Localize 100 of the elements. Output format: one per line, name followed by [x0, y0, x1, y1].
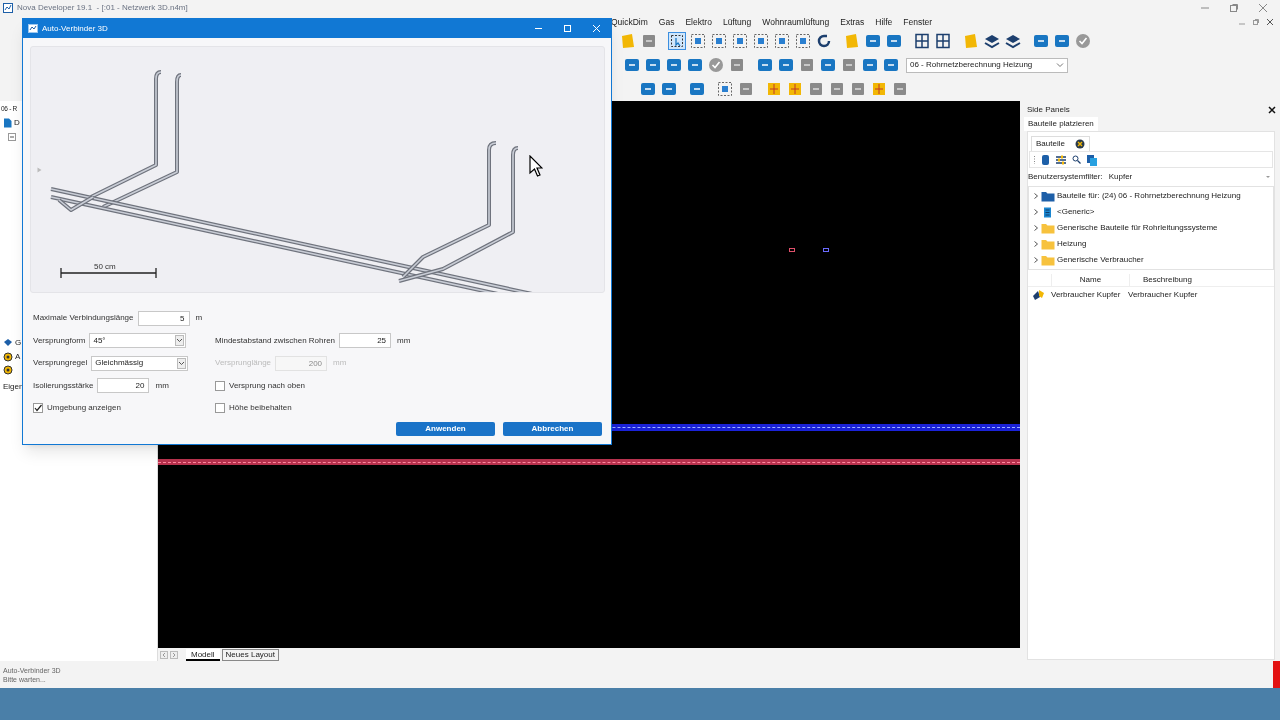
cylinder-icon[interactable] [1041, 153, 1050, 166]
folder-icon [1041, 254, 1055, 266]
sliders-icon[interactable] [1055, 153, 1067, 166]
table-cell-text: Verbraucher Kupfer [1050, 289, 1122, 301]
field-label: Benutzersystemfilter: [1028, 171, 1104, 183]
copy-icon[interactable] [1086, 153, 1098, 166]
menu-item[interactable]: Elektro [685, 15, 712, 29]
tool-icon[interactable] [686, 56, 704, 74]
list-item[interactable]: G [15, 336, 22, 349]
preview-viewport[interactable]: 50 cm [30, 46, 605, 293]
column-header[interactable]: Name [1051, 273, 1129, 286]
app-icon [3, 2, 13, 13]
column-header[interactable]: Beschreibung [1129, 273, 1205, 286]
panel-tab[interactable]: Bauteile [1031, 136, 1090, 151]
panel-tab[interactable]: Bauteile platzieren [1024, 117, 1098, 131]
search-icon[interactable] [1072, 155, 1081, 164]
close-icon[interactable] [1266, 18, 1274, 26]
table-cell: Verbraucher Kupfer [1127, 289, 1198, 301]
tool-icon[interactable] [983, 32, 1001, 50]
field-label: Versprungform [33, 334, 86, 347]
tree-item[interactable]: Heizung [1057, 238, 1087, 250]
tool-icon[interactable] [819, 56, 837, 74]
tool-icon[interactable] [660, 80, 678, 98]
restore-icon[interactable] [1229, 2, 1239, 13]
tool-icon[interactable] [756, 56, 774, 74]
menu-item[interactable]: Wohnraumlüftung [762, 15, 830, 29]
number-field[interactable]: 5 [137, 310, 190, 326]
dropdown[interactable]: Gleichmässig [91, 355, 189, 371]
component-icon [1032, 289, 1046, 301]
checkbox[interactable] [215, 403, 225, 414]
tool-icon[interactable] [710, 32, 728, 50]
checkbox-label: Höhe beibehalten [229, 402, 292, 415]
cursor-icon [529, 155, 543, 177]
panel-title: Side Panels [1027, 104, 1070, 116]
tool-icon[interactable] [773, 32, 791, 50]
checkbox-label: Versprung nach oben [229, 379, 306, 392]
grip-icon [1033, 154, 1036, 165]
tool-icon[interactable] [716, 80, 734, 98]
tool-icon[interactable] [668, 32, 686, 50]
tree-item[interactable]: Bauteile für: (24) 06 - Rohrnetzberechnung Heizung [1057, 190, 1241, 202]
restore-icon[interactable] [1252, 18, 1260, 26]
tool-icon[interactable] [861, 56, 879, 74]
number-field[interactable]: 25 [339, 333, 392, 349]
tool-icon[interactable] [777, 56, 795, 74]
field-label: Versprungregel [33, 357, 88, 370]
tree-item[interactable]: Generische Verbraucher [1057, 254, 1144, 266]
menu-item[interactable]: Hilfe [875, 15, 893, 29]
checkbox[interactable] [33, 403, 43, 414]
maximize-icon[interactable] [563, 24, 572, 33]
tool-icon[interactable] [623, 56, 641, 74]
tool-icon[interactable] [1004, 32, 1022, 50]
tool-icon[interactable] [794, 32, 812, 50]
menu-item[interactable]: Gas [658, 15, 675, 29]
dialog-button[interactable]: Abbrechen [503, 421, 602, 436]
layer-dropdown[interactable]: 06 - Rohrnetzberechnung Heizung [906, 57, 1068, 73]
tool-icon[interactable] [665, 56, 683, 74]
number-field[interactable]: 20 [97, 378, 150, 394]
checkbox-label: Umgebung anzeigen [47, 402, 121, 415]
scroll-right-icon[interactable] [170, 650, 178, 659]
tool-icon[interactable] [639, 80, 657, 98]
menu-item[interactable]: QuickDim [611, 15, 648, 29]
dropdown[interactable]: 45° [89, 333, 187, 349]
collapse-icon[interactable] [8, 132, 16, 141]
tool-icon[interactable] [1032, 32, 1050, 50]
layout-tab[interactable]: Modell [186, 648, 220, 661]
tool-icon[interactable] [752, 32, 770, 50]
tree-item[interactable]: Generische Bauteile für Rohrleitungssysteme [1057, 222, 1218, 234]
menu-item[interactable]: Extras [840, 15, 865, 29]
tool-icon[interactable] [934, 32, 952, 50]
tree-item[interactable]: D [14, 116, 20, 129]
tool-icon[interactable] [913, 32, 931, 50]
scroll-left-icon[interactable] [160, 650, 168, 659]
field-label: Mindestabstand zwischen Rohren [215, 334, 336, 347]
tool-icon[interactable] [689, 32, 707, 50]
caret-icon [175, 335, 185, 347]
close-icon[interactable] [1074, 139, 1085, 149]
app-icon [28, 24, 38, 33]
dialog-title: Auto-Verbinder 3D [42, 22, 108, 35]
pipe-end-marker [823, 248, 829, 252]
tool-icon[interactable] [864, 32, 882, 50]
folder-icon [1041, 190, 1055, 202]
scale-label: 50 cm [94, 262, 116, 271]
tree-item[interactable]: <Generic> [1057, 206, 1095, 218]
tool-icon[interactable] [1053, 32, 1071, 50]
checkbox[interactable] [215, 380, 225, 391]
unit-label: mm [397, 334, 411, 347]
dialog-button[interactable]: Anwenden [396, 421, 495, 436]
tool-icon[interactable] [644, 56, 662, 74]
tool-icon[interactable] [882, 56, 900, 74]
gear-icon [3, 351, 13, 362]
list-item[interactable]: A [15, 350, 21, 363]
layout-tab[interactable]: Neues Layout [221, 648, 279, 661]
tool-icon[interactable] [688, 80, 706, 98]
tool-icon[interactable] [885, 32, 903, 50]
close-icon[interactable] [1268, 106, 1276, 114]
tool-icon[interactable] [815, 32, 833, 50]
menu-item[interactable]: Lüftung [722, 15, 752, 29]
tool-icon[interactable] [731, 32, 749, 50]
menu-item[interactable]: Fenster [903, 15, 933, 29]
gear-icon[interactable] [3, 364, 13, 375]
